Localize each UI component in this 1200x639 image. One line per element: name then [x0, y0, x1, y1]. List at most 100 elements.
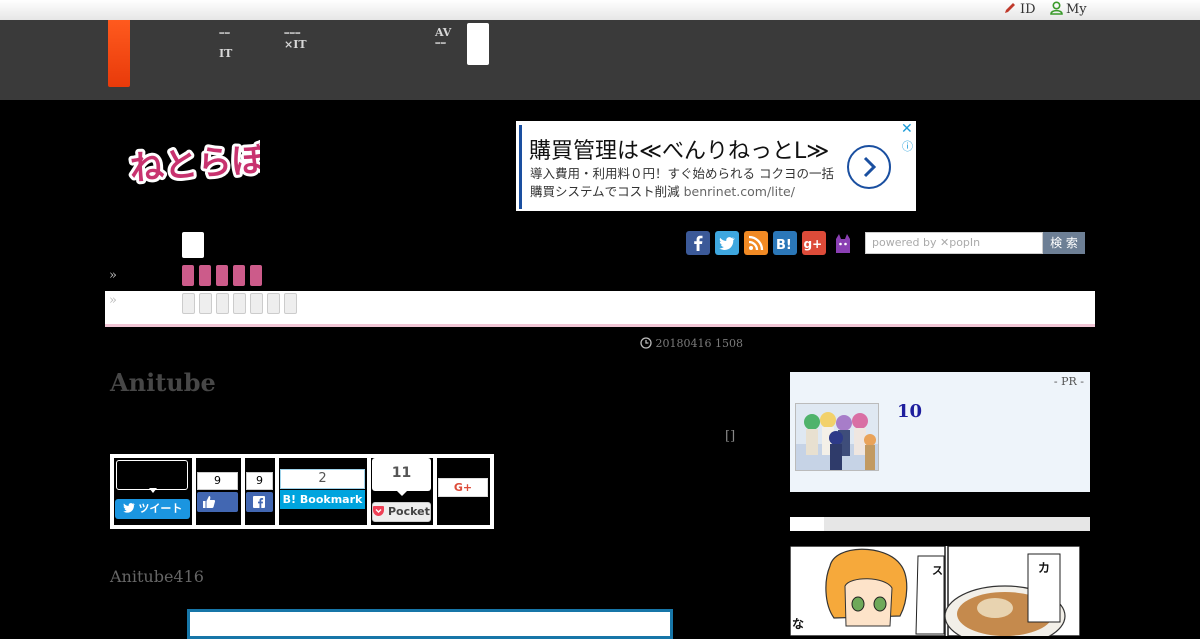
- pocket-icon: [373, 506, 385, 516]
- article-title: Anitube: [110, 368, 216, 397]
- share-buttons: ツイート 9 9 2 B! Bookmark 11 Pocket G+: [110, 454, 494, 529]
- ad-close-icon[interactable]: ✕: [901, 121, 913, 137]
- embedded-content: [187, 609, 673, 639]
- tag-chip[interactable]: [284, 293, 297, 314]
- site-logo[interactable]: ねとらぼ ねとらぼ: [126, 137, 271, 194]
- facebook-icon[interactable]: [686, 231, 710, 255]
- category-chip[interactable]: [199, 265, 211, 286]
- fb-share-count: 9: [246, 472, 273, 490]
- chevron-right-icon: [863, 156, 877, 178]
- search-button[interactable]: 検 索: [1043, 232, 1085, 254]
- tweet-count-bubble: [116, 460, 188, 490]
- tag-chip[interactable]: [267, 293, 280, 314]
- rss-glyph: [748, 235, 764, 251]
- sidebar-tab-bar: [790, 517, 1090, 531]
- sidebar-tab-active[interactable]: [790, 517, 824, 531]
- like-button[interactable]: [197, 492, 238, 512]
- pocket-button[interactable]: Pocket: [372, 502, 431, 522]
- pocket-label: Pocket: [387, 505, 430, 518]
- ad-info-icon[interactable]: ⓘ: [902, 138, 913, 154]
- cat-icon[interactable]: [831, 231, 855, 255]
- nav-item-it-line1: ｰｰ: [219, 27, 230, 40]
- ad-url[interactable]: benrinet.com/lite/: [684, 184, 795, 199]
- twitter-bird-icon: [122, 503, 135, 513]
- nav-search-box[interactable]: [467, 23, 489, 65]
- netorabo-logo-icon: ねとらぼ ねとらぼ: [126, 137, 271, 192]
- search-input[interactable]: powered by ✕popIn: [865, 232, 1043, 254]
- article-date: 20180416 1508: [640, 337, 743, 350]
- breadcrumb-sep-2: »: [109, 293, 117, 308]
- ad-banner[interactable]: 購買管理は≪べんりねっとL≫ 導入費用・利用料０円！すぐ始められる コクヨの一括…: [516, 121, 916, 211]
- hatena-glyph: B!: [776, 238, 792, 253]
- ad-accent-bar: [519, 125, 522, 209]
- breadcrumb-sep-1: »: [109, 268, 117, 283]
- anime-thumbnail-image: [796, 404, 878, 470]
- category-box[interactable]: [182, 232, 204, 258]
- category-chip[interactable]: [250, 265, 262, 286]
- article-byline: []: [725, 429, 736, 444]
- pocket-bubble-pointer: [397, 491, 407, 496]
- bookmark-label: Bookmark: [299, 493, 363, 506]
- rss-icon[interactable]: [744, 231, 768, 255]
- pr-box[interactable]: - PR - 10: [790, 372, 1090, 492]
- nav-item-x-it-line2: ×IT: [284, 38, 307, 51]
- like-cell: 9: [196, 458, 241, 525]
- gplus-button[interactable]: G+: [438, 478, 488, 497]
- fb-share-cell: 9: [245, 458, 275, 525]
- google-plus-icon[interactable]: g+: [802, 231, 826, 255]
- brand-tab[interactable]: [108, 20, 130, 87]
- twitter-icon[interactable]: [715, 231, 739, 255]
- id-link-label: ID: [1020, 2, 1036, 17]
- site-nav-band: ｰｰ IT ｰｰｰ ×IT AV ｰｰ: [0, 20, 1200, 100]
- article-lead: Anitube416: [110, 567, 204, 586]
- svg-text:B!: B!: [776, 238, 792, 253]
- user-icon: [1050, 1, 1063, 15]
- pencil-icon: [1005, 3, 1015, 13]
- category-chip[interactable]: [182, 265, 194, 286]
- tag-chip[interactable]: [182, 293, 195, 314]
- bookmark-count: 2: [280, 469, 365, 489]
- category-chip[interactable]: [216, 265, 228, 286]
- hatena-bookmark-cell: 2 B! Bookmark: [279, 458, 367, 525]
- pr-thumbnail[interactable]: [795, 403, 879, 471]
- svg-text:な: な: [792, 617, 804, 631]
- tweet-button[interactable]: ツイート: [115, 499, 190, 519]
- cat-glyph: [836, 234, 850, 253]
- facebook-f-icon: [253, 496, 265, 508]
- google-plus-glyph: g+: [804, 237, 823, 251]
- nav-item-x-it[interactable]: ｰｰｰ ×IT: [284, 28, 307, 50]
- my-link[interactable]: My: [1050, 1, 1087, 17]
- pr-label: - PR -: [1053, 375, 1084, 388]
- pocket-count: 11: [372, 458, 431, 491]
- ad-next-button[interactable]: [847, 145, 891, 189]
- thumbs-up-icon: [203, 496, 216, 508]
- tag-chip[interactable]: [216, 293, 229, 314]
- pr-title[interactable]: 10: [897, 401, 922, 422]
- pocket-cell: 11 Pocket: [371, 458, 433, 525]
- svg-text:ねとらぼ: ねとらぼ: [129, 140, 260, 189]
- nav-item-it[interactable]: ｰｰ IT: [219, 28, 232, 59]
- nav-item-av[interactable]: AV ｰｰ: [435, 27, 451, 49]
- svg-text:カ: カ: [1038, 561, 1050, 575]
- nav-item-it-line2: IT: [219, 47, 233, 60]
- hatena-icon[interactable]: B!: [773, 231, 797, 255]
- like-count: 9: [197, 472, 238, 490]
- hatena-b-icon: B!: [282, 493, 297, 506]
- bookmark-button[interactable]: B! Bookmark: [280, 490, 365, 509]
- tag-chip[interactable]: [199, 293, 212, 314]
- my-link-label: My: [1066, 2, 1087, 17]
- tweet-cell: ツイート: [114, 458, 192, 525]
- manga-panel-image: カ ス な: [790, 546, 1080, 636]
- ad-title[interactable]: 購買管理は≪べんりねっとL≫: [529, 133, 839, 165]
- tag-chip[interactable]: [233, 293, 246, 314]
- id-link[interactable]: ID: [1003, 1, 1036, 17]
- category-chip[interactable]: [233, 265, 245, 286]
- tweet-label: ツイート: [138, 502, 183, 515]
- manga-banner[interactable]: カ ス な: [790, 546, 1080, 636]
- article-date-text: 20180416 1508: [655, 337, 743, 350]
- svg-text:g+: g+: [804, 237, 823, 251]
- tag-chip[interactable]: [250, 293, 263, 314]
- facebook-glyph: [694, 235, 703, 251]
- fb-share-button[interactable]: [246, 492, 273, 512]
- clock-icon: [640, 337, 652, 349]
